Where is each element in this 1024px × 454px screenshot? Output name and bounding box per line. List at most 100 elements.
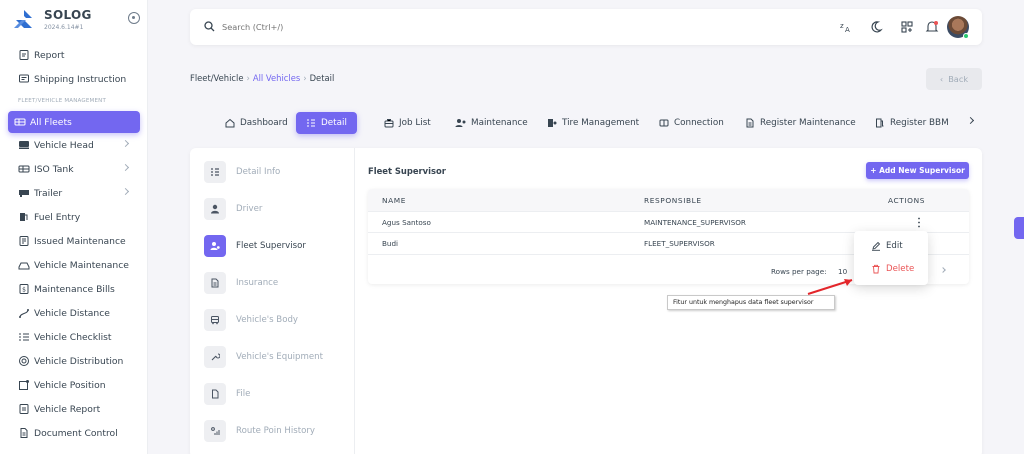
menu-detail-info[interactable]: Detail Info <box>204 160 280 184</box>
trash-icon <box>872 264 880 274</box>
checklist-icon <box>19 333 29 341</box>
sidebar-item-label: All Fleets <box>30 116 72 128</box>
add-new-supervisor-button[interactable]: + Add New Supervisor <box>866 162 969 179</box>
tabs-next-chevron-icon[interactable] <box>966 116 975 125</box>
menu-vehicles-body[interactable]: Vehicle's Body <box>204 308 298 332</box>
sidebar-item-label: ISO Tank <box>34 163 74 175</box>
edit-icon <box>872 241 881 251</box>
tab-register-bbm[interactable]: Register BBM <box>875 112 949 134</box>
trailer-icon <box>19 190 29 197</box>
menu-insurance[interactable]: Insurance <box>204 271 278 295</box>
breadcrumb-all-vehicles[interactable]: All Vehicles <box>253 73 300 83</box>
tab-label: Job List <box>399 118 431 128</box>
search-icon <box>204 21 215 32</box>
delete-menu-item[interactable]: Delete <box>871 262 914 276</box>
svg-text:A: A <box>845 26 850 34</box>
vehicle-body-icon <box>204 309 226 331</box>
breadcrumb: Fleet/Vehicle › All Vehicles › Detail <box>190 73 334 83</box>
table-header: NAME RESPONSIBLE ACTIONS <box>368 189 969 211</box>
menu-file[interactable]: File <box>204 382 250 406</box>
sidebar-item-vehicle-head[interactable]: Vehicle Head <box>0 133 148 157</box>
sidebar-item-iso-tank[interactable]: ISO Tank <box>0 157 148 181</box>
breadcrumb-root[interactable]: Fleet/Vehicle <box>190 73 244 83</box>
menu-vehicles-equipment[interactable]: Vehicle's Equipment <box>204 345 323 369</box>
sidebar-item-fuel-entry[interactable]: Fuel Entry <box>0 205 148 229</box>
chevron-right-icon <box>121 163 130 172</box>
solog-logo-icon <box>14 10 32 28</box>
shortcuts-grid-icon[interactable] <box>899 19 915 35</box>
sidebar-item-vehicle-distribution[interactable]: Vehicle Distribution <box>0 349 148 373</box>
column-header-name: NAME <box>382 196 407 205</box>
tab-job-list[interactable]: Job List <box>384 112 431 134</box>
fuel-pump-icon <box>876 118 884 128</box>
edit-label: Edit <box>886 241 903 251</box>
tab-register-maintenance[interactable]: Register Maintenance <box>745 112 856 134</box>
map-pin-icon <box>19 380 29 390</box>
sidebar-item-issued-maintenance[interactable]: Issued Maintenance <box>0 229 148 253</box>
breadcrumb-current: Detail <box>309 73 335 83</box>
sidebar-item-vehicle-maintenance[interactable]: Vehicle Maintenance <box>0 253 148 277</box>
sidebar-item-label: Vehicle Checklist <box>34 331 112 343</box>
sidebar-item-vehicle-report[interactable]: Vehicle Report <box>0 397 148 421</box>
tab-label: Connection <box>674 118 724 128</box>
more-actions-icon[interactable] <box>918 217 920 228</box>
breadcrumb-separator: › <box>303 73 307 83</box>
menu-label: Route Poin History <box>236 426 315 436</box>
menu-fleet-supervisor[interactable]: Fleet Supervisor <box>204 234 306 258</box>
collapse-sidebar-icon[interactable] <box>128 12 140 24</box>
next-page-icon[interactable] <box>940 267 946 273</box>
sidebar-item-shipping-instruction[interactable]: Shipping Instruction <box>0 67 148 91</box>
sidebar-item-label: Vehicle Distance <box>34 307 110 319</box>
sidebar-item-label: Vehicle Distribution <box>34 355 124 367</box>
connection-icon <box>659 119 669 127</box>
menu-label: Insurance <box>236 278 279 288</box>
chevron-left-icon: ‹ <box>939 74 944 84</box>
menu-driver[interactable]: Driver <box>204 197 262 221</box>
sidebar-item-document-control[interactable]: Document Control <box>0 421 148 445</box>
sidebar-item-label: Vehicle Head <box>34 139 94 151</box>
sidebar-item-label: Issued Maintenance <box>34 235 126 247</box>
sidebar-item-all-fleets[interactable]: All Fleets <box>8 111 140 133</box>
sidebar-item-vehicle-position[interactable]: Vehicle Position <box>0 373 148 397</box>
distribution-icon <box>19 356 29 366</box>
clipboard-icon <box>19 236 29 246</box>
tab-label: Detail <box>321 118 347 128</box>
menu-label: Vehicle's Body <box>236 315 298 325</box>
cell-responsible: FLEET_SUPERVISOR <box>644 239 715 248</box>
search-input[interactable] <box>222 19 522 35</box>
tab-maintenance[interactable]: Maintenance <box>455 112 528 134</box>
document-icon <box>20 428 28 438</box>
tab-dashboard[interactable]: Dashboard <box>225 112 288 134</box>
back-button[interactable]: ‹ Back <box>926 68 982 90</box>
tab-bar: Dashboard Detail Job List Maintenance Ti… <box>190 112 982 134</box>
tire-settings-icon <box>548 119 557 127</box>
tab-label: Tire Management <box>562 118 640 128</box>
notification-bell-icon[interactable] <box>924 19 940 35</box>
briefcase-icon <box>384 119 394 128</box>
customizer-toggle[interactable] <box>1014 217 1024 239</box>
translate-icon[interactable]: zA <box>837 19 853 35</box>
sidebar-item-label: Vehicle Position <box>34 379 106 391</box>
sidebar-item-vehicle-checklist[interactable]: Vehicle Checklist <box>0 325 148 349</box>
chevron-right-icon <box>121 187 130 196</box>
sidebar-item-trailer[interactable]: Trailer <box>0 181 148 205</box>
cell-responsible: MAINTENANCE_SUPERVISOR <box>644 218 746 227</box>
cell-name: Agus Santoso <box>382 218 431 227</box>
theme-toggle-icon[interactable] <box>868 19 884 35</box>
column-header-responsible: RESPONSIBLE <box>644 196 702 205</box>
sidebar-item-label: Document Control <box>34 427 118 439</box>
truck-icon <box>19 141 29 149</box>
tab-detail[interactable]: Detail <box>296 112 357 134</box>
sidebar-item-maintenance-bills[interactable]: $ Maintenance Bills <box>0 277 148 301</box>
sidebar-item-report[interactable]: Report <box>0 43 148 67</box>
tab-connection[interactable]: Connection <box>659 112 724 134</box>
brand[interactable]: SOLOG 2024.6.14#1 <box>12 7 148 33</box>
menu-label: Detail Info <box>236 167 281 177</box>
sidebar-menu: Report Shipping Instruction FLEET/VEHICL… <box>0 43 148 445</box>
menu-route-poin-history[interactable]: Route Poin History <box>204 419 315 443</box>
tab-label: Maintenance <box>471 118 528 128</box>
row-actions-dropdown: Edit Delete <box>854 231 928 285</box>
tab-tire-management[interactable]: Tire Management <box>547 112 639 134</box>
edit-menu-item[interactable]: Edit <box>871 239 903 253</box>
sidebar-item-vehicle-distance[interactable]: Vehicle Distance <box>0 301 148 325</box>
